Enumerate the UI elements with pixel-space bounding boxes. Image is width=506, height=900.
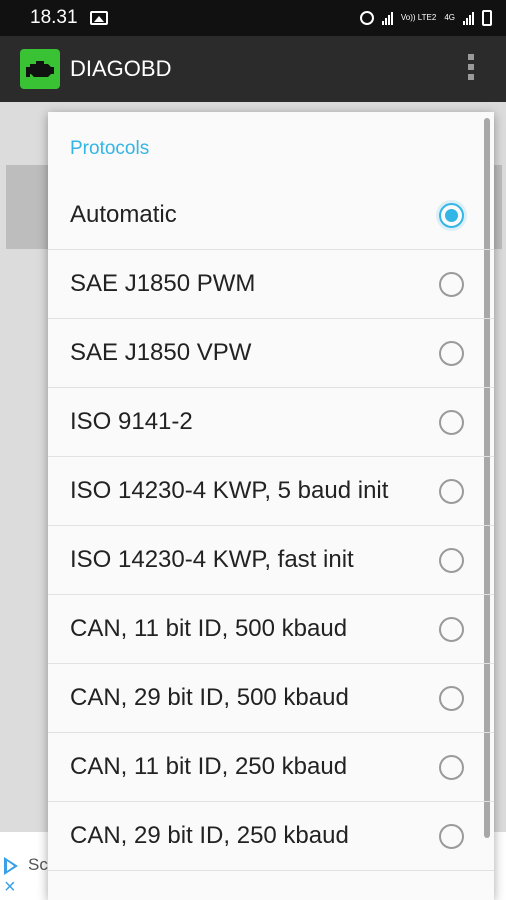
- protocol-option[interactable]: ISO 14230-4 KWP, fast init: [48, 526, 494, 595]
- radio-selected-icon[interactable]: [439, 202, 464, 228]
- protocol-option-label: CAN, 11 bit ID, 250 kbaud: [70, 753, 348, 780]
- protocol-option[interactable]: ISO 14230-4 KWP, 5 baud init: [48, 457, 494, 526]
- app-title: DIAGOBD: [70, 56, 172, 81]
- protocols-dialog: Protocols Automatic SAE J1850 PWM SAE J185…: [48, 112, 494, 900]
- protocol-option[interactable]: CAN, 29 bit ID, 500 kbaud: [48, 664, 494, 733]
- engine-icon: [20, 49, 60, 89]
- radio-unselected-icon[interactable]: [439, 409, 464, 435]
- signal-icon: [381, 11, 393, 25]
- protocol-option-label: CAN, 29 bit ID, 250 kbaud: [70, 822, 349, 849]
- app-bar: DIAGOBD: [0, 36, 506, 102]
- radio-unselected-icon[interactable]: [439, 340, 464, 366]
- protocol-option[interactable]: CAN, 29 bit ID, 250 kbaud: [48, 802, 494, 871]
- battery-icon: [482, 10, 492, 26]
- radio-dot: [445, 208, 458, 222]
- ad-text[interactable]: Sc: [28, 855, 48, 875]
- protocol-option-label: ISO 14230-4 KWP, fast init: [70, 546, 354, 573]
- image-notification-icon: [89, 11, 108, 25]
- volte-label: Vo)) LTE2: [400, 13, 437, 22]
- status-time: 18.31: [30, 7, 78, 28]
- dialog-title: Protocols: [70, 138, 150, 159]
- protocol-option-label: ISO 9141-2: [70, 408, 193, 435]
- status-bar: 18.31 Vo)) LTE2 4G: [0, 0, 506, 36]
- signal-icon-2: [463, 11, 474, 25]
- protocol-option-label: CAN, 29 bit ID, 500 kbaud: [70, 684, 349, 711]
- protocol-option-label: SAE J1850 VPW: [70, 339, 252, 366]
- radio-unselected-icon[interactable]: [439, 685, 464, 711]
- ad-close-icon[interactable]: ×: [4, 877, 16, 897]
- protocol-option[interactable]: SAE J1850 PWM: [48, 250, 494, 319]
- protocol-option[interactable]: SAE J1850 VPW: [48, 319, 494, 388]
- network-type-label: 4G: [444, 13, 455, 22]
- protocol-option-label: Automatic: [70, 201, 177, 228]
- overflow-menu-icon[interactable]: [468, 54, 474, 80]
- protocol-options-list: Automatic SAE J1850 PWM SAE J1850 VPW ISO 9…: [48, 181, 494, 871]
- radio-unselected-icon[interactable]: [439, 478, 464, 504]
- radio-unselected-icon[interactable]: [439, 616, 464, 642]
- protocol-option-label: SAE J1850 PWM: [70, 270, 256, 297]
- radio-unselected-icon[interactable]: [439, 823, 464, 849]
- protocol-option-label: ISO 14230-4 KWP, 5 baud init: [70, 477, 389, 504]
- protocol-option[interactable]: Automatic: [48, 181, 494, 250]
- alarm-icon: [359, 11, 374, 25]
- protocol-option[interactable]: CAN, 11 bit ID, 500 kbaud: [48, 595, 494, 664]
- radio-unselected-icon[interactable]: [439, 547, 464, 573]
- radio-unselected-icon[interactable]: [439, 271, 464, 297]
- radio-unselected-icon[interactable]: [439, 754, 464, 780]
- protocol-option[interactable]: CAN, 11 bit ID, 250 kbaud: [48, 733, 494, 802]
- protocol-option-label: CAN, 11 bit ID, 500 kbaud: [70, 615, 348, 642]
- ad-play-icon[interactable]: [4, 857, 18, 875]
- protocol-option[interactable]: ISO 9141-2: [48, 388, 494, 457]
